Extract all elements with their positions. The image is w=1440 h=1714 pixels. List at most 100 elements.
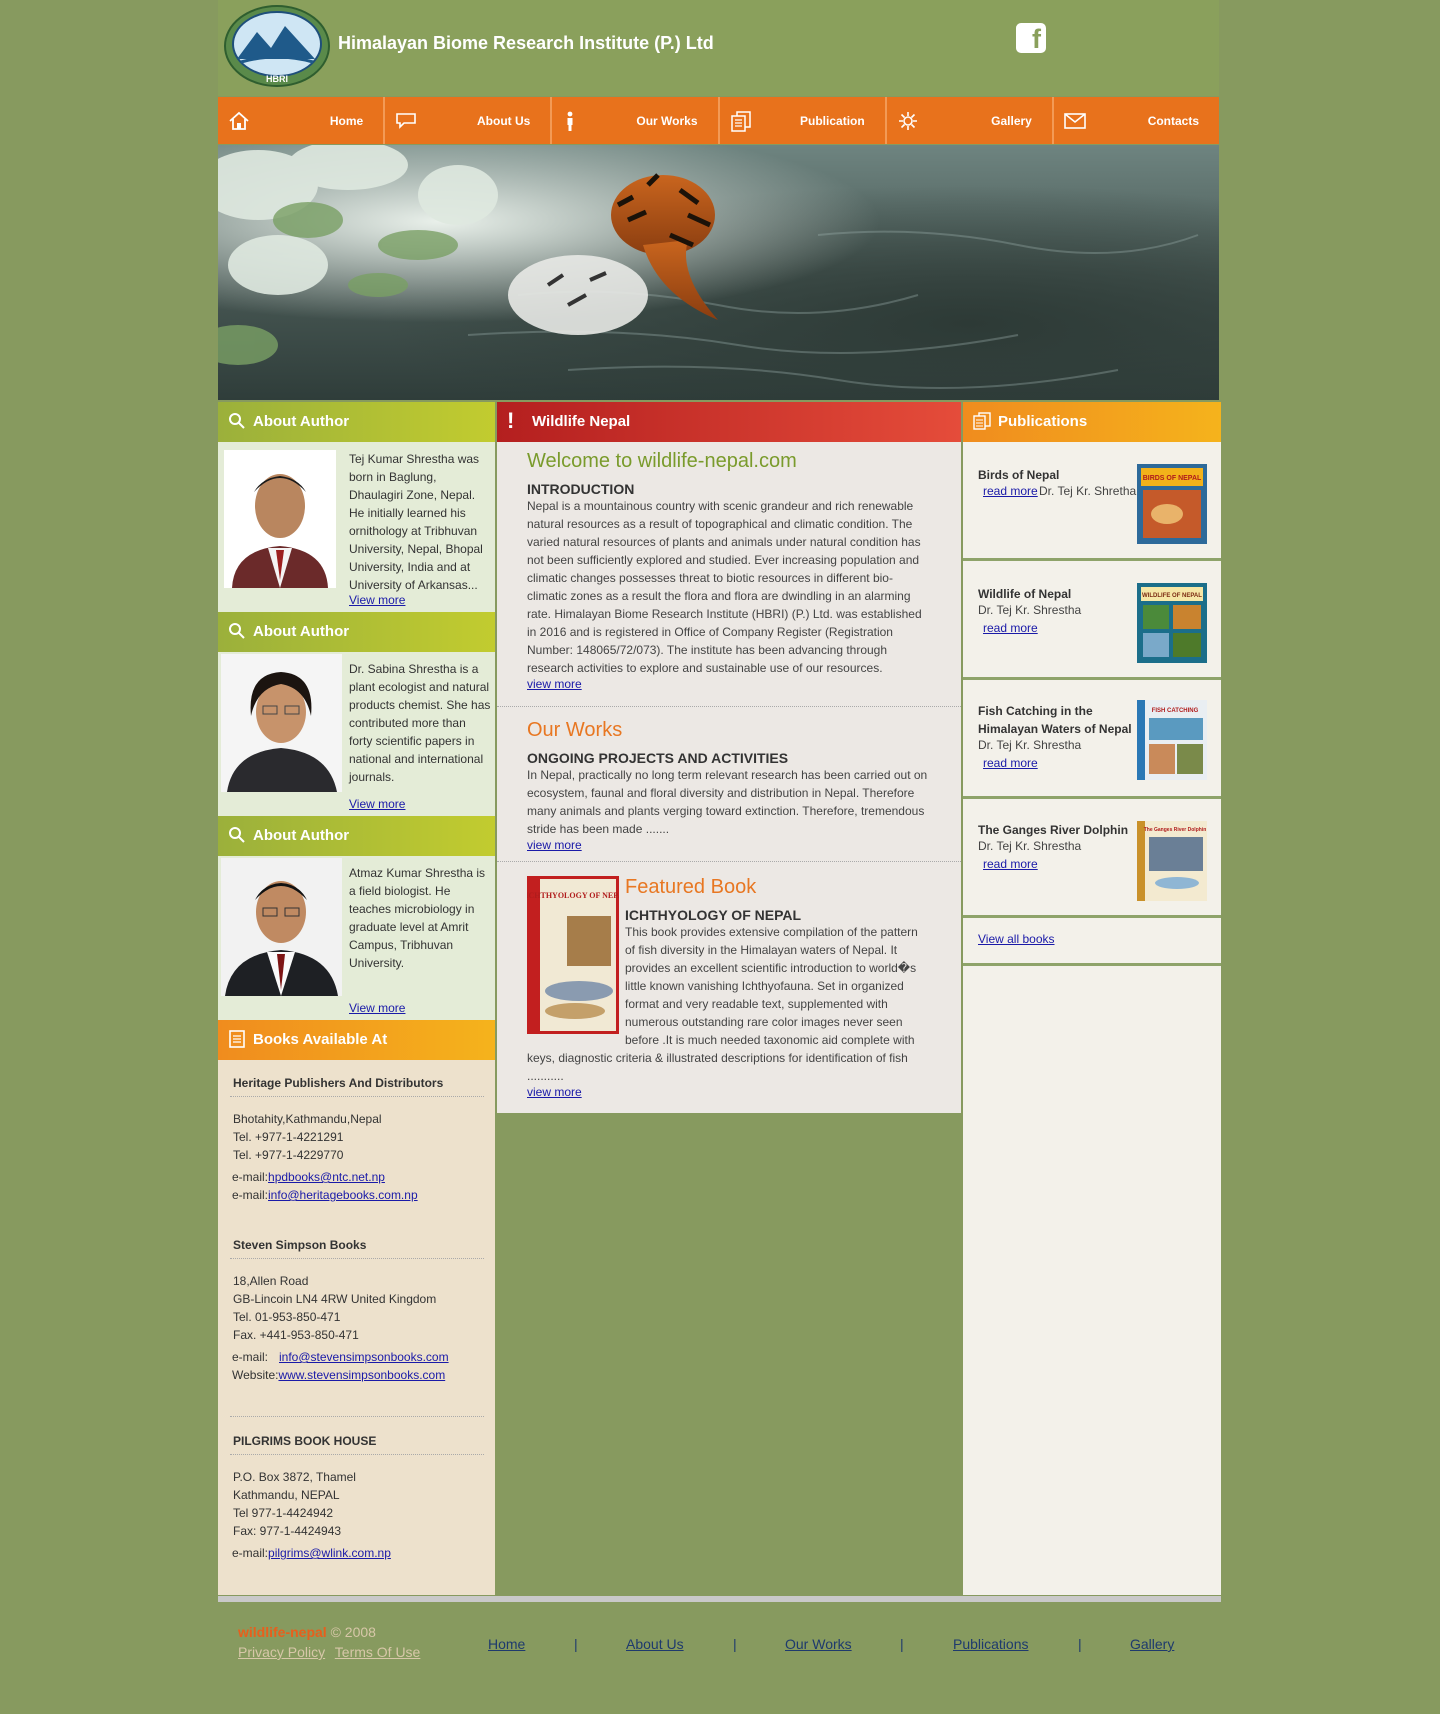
welcome-title: Welcome to wildlife-nepal.com xyxy=(527,450,797,472)
email-link[interactable]: info@stevensimpsonbooks.com xyxy=(279,1350,449,1364)
terms-of-use-link[interactable]: Terms Of Use xyxy=(335,1644,421,1660)
view-all-books-link[interactable]: View all books xyxy=(978,932,1055,946)
contact-label: Website: xyxy=(232,1368,279,1382)
wildlife-nepal-heading: ! Wildlife Nepal xyxy=(497,402,961,442)
privacy-policy-link[interactable]: Privacy Policy xyxy=(238,1644,325,1660)
svg-text:The Ganges River Dolphin: The Ganges River Dolphin xyxy=(1144,827,1207,833)
nav-home-label: Home xyxy=(329,114,364,128)
footer-brand: wildlife-nepal © 2008 xyxy=(238,1624,376,1640)
bookstores-list: Heritage Publishers And Distributors Bho… xyxy=(218,1060,495,1595)
nav-contacts[interactable]: Contacts xyxy=(1054,97,1219,144)
read-more-link[interactable]: read more xyxy=(983,857,1038,871)
about-author-title: About Author xyxy=(253,623,350,640)
footer-separator: | xyxy=(574,1636,578,1652)
footer-separator: | xyxy=(1078,1636,1082,1652)
books-available-title: Books Available At xyxy=(253,1031,388,1048)
book-title: The Ganges River Dolphin xyxy=(978,823,1129,837)
intro-text: Nepal is a mountainous country with scen… xyxy=(527,499,922,675)
left-column: About Author Tej Kumar Shrestha was born… xyxy=(218,402,495,1595)
books-available-heading: Books Available At xyxy=(218,1020,495,1060)
about-author-title: About Author xyxy=(253,413,350,430)
store-address: P.O. Box 3872, Thamel Kathmandu, NEPAL T… xyxy=(233,1468,356,1540)
book-cover[interactable]: WILDLIFE OF NEPAL xyxy=(1137,583,1207,663)
magnifier-icon xyxy=(229,827,245,843)
email-link[interactable]: hpdbooks@ntc.net.np xyxy=(268,1170,385,1184)
magnifier-icon xyxy=(229,413,245,429)
main-nav: Home About Us Our Works Publication Gall… xyxy=(218,97,1219,144)
nav-home[interactable]: Home xyxy=(218,97,386,144)
main-content: ! Wildlife Nepal Welcome to wildlife-nep… xyxy=(497,402,961,1113)
address-line: Tel 977-1-4424942 xyxy=(233,1506,334,1520)
footer-link-our-works[interactable]: Our Works xyxy=(785,1636,852,1652)
wildlife-nepal-title: Wildlife Nepal xyxy=(532,413,631,430)
footer-link-home[interactable]: Home xyxy=(488,1636,525,1652)
tiger-in-water-image xyxy=(218,145,1199,389)
publications-sidebar: Publications Birds of Nepal read more Dr… xyxy=(963,402,1221,1595)
author-bio: Tej Kumar Shrestha was born in Baglung, … xyxy=(349,452,483,592)
author-card: Tej Kumar Shrestha was born in Baglung, … xyxy=(218,442,495,612)
address-line: Bhotahity,Kathmandu,Nepal xyxy=(233,1112,382,1126)
footer-copyright: © 2008 xyxy=(330,1624,376,1640)
address-line: Fax: 977-1-4424943 xyxy=(233,1524,342,1538)
contact-label: e-mail: xyxy=(232,1188,269,1202)
speech-bubble-icon xyxy=(396,113,416,129)
author-view-more-link[interactable]: View more xyxy=(349,797,405,811)
store-name: Heritage Publishers And Distributors xyxy=(233,1076,444,1090)
author-card: Atmaz Kumar Shrestha is a field biologis… xyxy=(218,856,495,1020)
our-works-view-more-link[interactable]: view more xyxy=(527,838,582,852)
facebook-icon[interactable]: f xyxy=(1016,23,1046,54)
hbri-logo[interactable]: HBRI xyxy=(223,4,331,88)
nav-gallery[interactable]: Gallery xyxy=(887,97,1054,144)
intro-title: INTRODUCTION xyxy=(527,481,635,497)
book-title: Birds of Nepal xyxy=(978,468,1060,482)
publication-item: The Ganges River Dolphin Dr. Tej Kr. Shr… xyxy=(963,799,1221,918)
nav-gallery-label: Gallery xyxy=(991,114,1032,128)
view-all-row: View all books xyxy=(963,918,1221,966)
book-cover[interactable]: The Ganges River Dolphin xyxy=(1137,821,1207,901)
author-photo xyxy=(224,450,336,588)
svg-text:WILDLIFE OF NEPAL: WILDLIFE OF NEPAL xyxy=(1142,593,1202,599)
author-photo xyxy=(221,654,342,792)
footer-link-gallery[interactable]: Gallery xyxy=(1130,1636,1174,1652)
svg-text:ICHTHYOLOGY OF NEPAL: ICHTHYOLOGY OF NEPAL xyxy=(527,891,619,900)
email-link[interactable]: info@heritagebooks.com.np xyxy=(268,1188,418,1202)
nav-our-works[interactable]: Our Works xyxy=(552,97,720,144)
nav-about-us[interactable]: About Us xyxy=(385,97,553,144)
divider xyxy=(230,1454,484,1455)
author-card: Dr. Sabina Shrestha is a plant ecologist… xyxy=(218,652,495,816)
footer-separator: | xyxy=(900,1636,904,1652)
book-author: Dr. Tej Kr. Shrestha xyxy=(978,738,1082,752)
about-author-heading: About Author xyxy=(218,402,495,442)
documents-icon xyxy=(973,412,991,430)
website-link[interactable]: www.stevensimpsonbooks.com xyxy=(278,1368,445,1382)
author-view-more-link[interactable]: View more xyxy=(349,593,405,607)
book-cover[interactable]: BIRDS OF NEPAL xyxy=(1137,464,1207,544)
featured-view-more-link[interactable]: view more xyxy=(527,1085,582,1099)
author-view-more-link[interactable]: View more xyxy=(349,1001,405,1015)
book-cover[interactable]: FISH CATCHING xyxy=(1137,700,1207,780)
documents-icon xyxy=(730,111,751,132)
address-line: P.O. Box 3872, Thamel xyxy=(233,1470,356,1484)
read-more-link[interactable]: read more xyxy=(983,484,1038,498)
gallery-icon xyxy=(898,112,917,130)
read-more-link[interactable]: read more xyxy=(983,756,1038,770)
featured-book-cover[interactable]: ICHTHYOLOGY OF NEPAL xyxy=(527,876,619,1034)
footer-link-publications[interactable]: Publications xyxy=(953,1636,1029,1652)
email-link[interactable]: pilgrims@wlink.com.np xyxy=(268,1546,391,1560)
nav-publication[interactable]: Publication xyxy=(720,97,887,144)
nav-our-works-label: Our Works xyxy=(636,114,698,128)
intro-view-more-link[interactable]: view more xyxy=(527,677,582,691)
our-works-subtitle: ONGOING PROJECTS AND ACTIVITIES xyxy=(527,750,789,766)
intro-section: Welcome to wildlife-nepal.com INTRODUCTI… xyxy=(497,442,961,700)
store-contacts: e-mail:pilgrims@wlink.com.np xyxy=(232,1544,391,1562)
read-more-link[interactable]: read more xyxy=(983,621,1038,635)
footer-separator: | xyxy=(733,1636,737,1652)
book-author: Dr. Tej Kr. Shrestha xyxy=(978,603,1082,617)
divider xyxy=(230,1416,484,1417)
envelope-icon xyxy=(1064,113,1086,129)
svg-text:HBRI: HBRI xyxy=(266,74,288,84)
footer-link-about-us[interactable]: About Us xyxy=(626,1636,684,1652)
about-author-heading: About Author xyxy=(218,816,495,856)
hero-banner xyxy=(218,145,1219,400)
store-name: Steven Simpson Books xyxy=(233,1238,367,1252)
